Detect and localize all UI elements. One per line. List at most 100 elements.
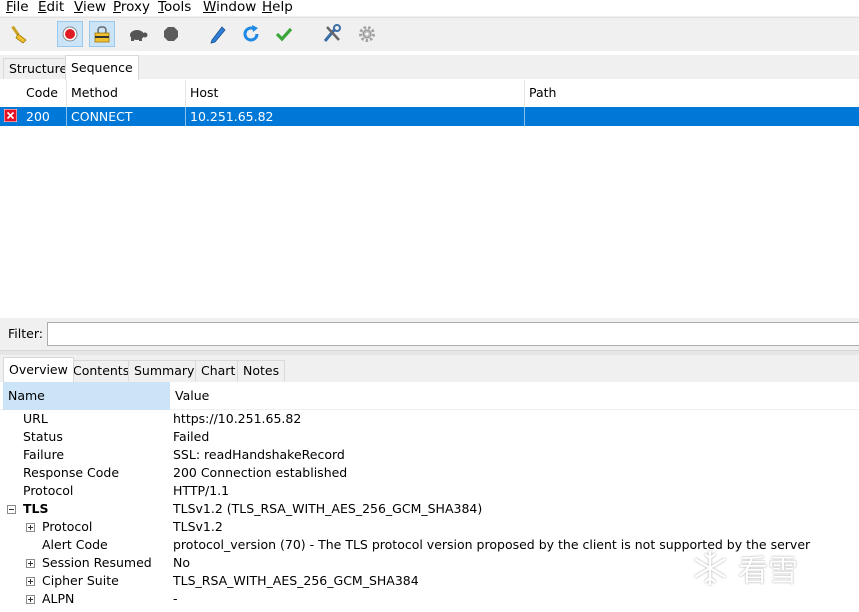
view-tabs: Structure Sequence xyxy=(0,55,859,80)
row-value: SSL: readHandshakeRecord xyxy=(173,447,345,462)
row-value: No xyxy=(173,555,190,570)
cell-method: CONNECT xyxy=(67,107,186,126)
tools-icon xyxy=(323,24,341,42)
menu-mnemonic: V xyxy=(74,0,83,15)
panel-splitter[interactable] xyxy=(0,350,859,355)
menu-file-label: File xyxy=(6,0,29,15)
record-icon xyxy=(62,26,78,42)
overview-row-response-code[interactable]: Response Code 200 Connection established xyxy=(0,465,859,483)
check-icon xyxy=(275,27,293,42)
tab-summary[interactable]: Summary xyxy=(128,360,201,381)
record-button[interactable] xyxy=(57,21,83,47)
tab-chart-label: Chart xyxy=(201,363,236,378)
ssl-proxy-button[interactable] xyxy=(89,21,115,47)
error-icon xyxy=(3,108,18,123)
row-name: Cipher Suite xyxy=(42,573,119,588)
tab-notes-label: Notes xyxy=(243,363,280,378)
menu-help[interactable]: Help xyxy=(262,0,293,15)
row-name: Session Resumed xyxy=(42,555,152,570)
column-path-label: Path xyxy=(529,85,557,100)
menu-mnemonic: W xyxy=(203,0,217,15)
row-name: Response Code xyxy=(23,465,120,480)
column-code-label: Code xyxy=(26,85,59,100)
menu-file[interactable]: File xyxy=(6,0,29,15)
table-row[interactable]: 200 CONNECT 10.251.65.82 xyxy=(0,107,859,126)
menu-edit[interactable]: Edit xyxy=(38,0,64,15)
row-name: Protocol xyxy=(42,519,93,534)
row-value: https://10.251.65.82 xyxy=(173,411,302,426)
menu-mnemonic: F xyxy=(6,0,13,15)
tools-button[interactable] xyxy=(319,21,345,47)
row-name: Status xyxy=(23,429,63,444)
sequence-table-header: Code Method Host Path xyxy=(0,80,859,106)
menu-view-label: View xyxy=(74,0,107,15)
tab-summary-label: Summary xyxy=(134,363,195,378)
status-cell xyxy=(0,107,22,126)
header-value[interactable]: Value xyxy=(170,382,209,410)
overview-row-status[interactable]: Status Failed xyxy=(0,429,859,447)
row-name: Protocol xyxy=(23,483,74,498)
menu-window-label: Window xyxy=(203,0,257,15)
watermark-text: 看雪 xyxy=(738,554,798,589)
row-value: Failed xyxy=(173,429,210,444)
stop-icon xyxy=(164,27,178,41)
throttle-button[interactable] xyxy=(125,21,151,47)
tab-sequence-label: Sequence xyxy=(71,60,133,75)
breakpoints-button[interactable] xyxy=(158,21,184,47)
overview-row-tls-protocol[interactable]: Protocol TLSv1.2 xyxy=(0,519,859,537)
tab-notes[interactable]: Notes xyxy=(237,360,286,381)
pen-icon xyxy=(210,26,226,44)
repeat-button[interactable] xyxy=(238,21,264,47)
turtle-icon xyxy=(130,30,148,41)
row-value: TLSv1.2 xyxy=(173,519,223,534)
menu-mnemonic: E xyxy=(38,0,47,15)
column-host[interactable]: Host xyxy=(186,80,525,106)
watermark: 看雪 xyxy=(690,546,798,590)
compose-button[interactable] xyxy=(205,21,231,47)
menu-mnemonic: P xyxy=(113,0,121,15)
expand-icon[interactable] xyxy=(26,595,35,604)
tab-overview[interactable]: Overview xyxy=(3,357,74,382)
row-name: ALPN xyxy=(42,591,75,606)
tab-sequence[interactable]: Sequence xyxy=(65,55,139,80)
clear-button[interactable] xyxy=(8,21,34,47)
collapse-icon[interactable] xyxy=(7,505,16,514)
row-value: - xyxy=(173,591,178,606)
overview-row-failure[interactable]: Failure SSL: readHandshakeRecord xyxy=(0,447,859,465)
menu-mnemonic: H xyxy=(262,0,273,15)
expand-icon[interactable] xyxy=(26,559,35,568)
expand-icon[interactable] xyxy=(26,523,35,532)
overview-header: Name Value xyxy=(0,382,859,410)
header-name[interactable]: Name xyxy=(3,382,170,410)
cell-code: 200 xyxy=(22,107,67,126)
filter-input[interactable] xyxy=(47,322,859,346)
column-host-label: Host xyxy=(190,85,219,100)
column-method-label: Method xyxy=(71,85,118,100)
menu-window[interactable]: Window xyxy=(203,0,256,15)
row-value: TLS_RSA_WITH_AES_256_GCM_SHA384 xyxy=(173,573,419,588)
menu-bar: File Edit View Proxy Tools Window Help xyxy=(0,0,859,16)
row-value: HTTP/1.1 xyxy=(173,483,230,498)
tab-overview-label: Overview xyxy=(9,362,68,377)
row-name: TLS xyxy=(23,501,49,516)
column-path[interactable]: Path xyxy=(525,80,859,106)
overview-row-alpn[interactable]: ALPN - xyxy=(0,591,859,609)
tab-structure-label: Structure xyxy=(9,61,68,76)
menu-proxy[interactable]: Proxy xyxy=(113,0,150,15)
column-method[interactable]: Method xyxy=(67,80,186,106)
tab-chart[interactable]: Chart xyxy=(195,360,242,381)
tab-structure[interactable]: Structure xyxy=(3,58,74,79)
menu-edit-label: Edit xyxy=(38,0,65,15)
menu-tools[interactable]: Tools xyxy=(158,0,191,15)
menu-view[interactable]: View xyxy=(74,0,106,15)
column-code[interactable]: Code xyxy=(22,80,67,106)
overview-row-protocol[interactable]: Protocol HTTP/1.1 xyxy=(0,483,859,501)
tab-contents[interactable]: Contents xyxy=(67,360,136,381)
overview-row-tls[interactable]: TLS TLSv1.2 (TLS_RSA_WITH_AES_256_GCM_SH… xyxy=(0,501,859,519)
row-name: Failure xyxy=(23,447,65,462)
overview-row-url[interactable]: URL https://10.251.65.82 xyxy=(0,411,859,429)
refresh-icon xyxy=(243,25,259,42)
settings-button[interactable] xyxy=(354,21,380,47)
validate-button[interactable] xyxy=(271,21,297,47)
expand-icon[interactable] xyxy=(26,577,35,586)
